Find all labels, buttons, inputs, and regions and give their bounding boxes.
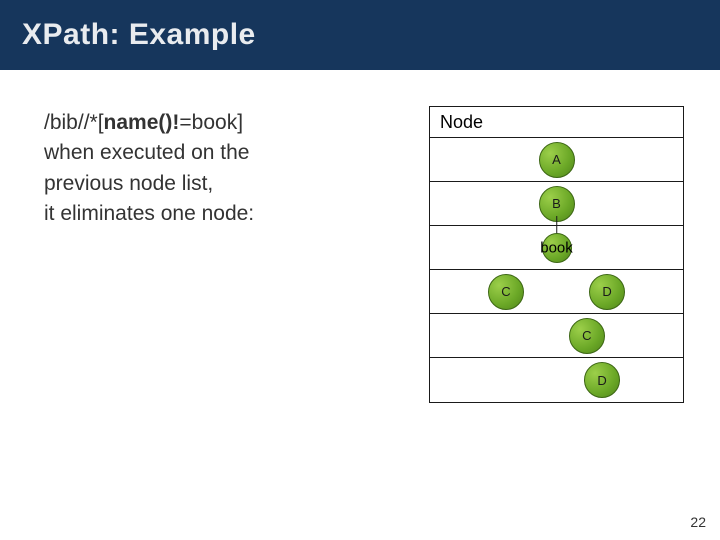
node-circle: C bbox=[488, 274, 524, 310]
table-row: B bbox=[430, 182, 683, 226]
xpath-suffix: =book] bbox=[179, 111, 243, 134]
text-line-2: when executed on the bbox=[44, 138, 374, 168]
table-row: D bbox=[430, 358, 683, 402]
xpath-expression: /bib//*[name()!=book] bbox=[44, 108, 374, 138]
table-row: book bbox=[430, 226, 683, 270]
page-number: 22 bbox=[690, 514, 706, 530]
slide-content: /bib//*[name()!=book] when executed on t… bbox=[44, 108, 676, 230]
node-circle: D bbox=[589, 274, 625, 310]
description-text: /bib//*[name()!=book] when executed on t… bbox=[44, 108, 374, 230]
node-circle: C bbox=[569, 318, 605, 354]
title-bar: XPath: Example bbox=[0, 0, 720, 70]
node-table: Node ABbookCDCD bbox=[429, 106, 684, 403]
table-header: Node bbox=[430, 107, 683, 138]
table-row: A bbox=[430, 138, 683, 182]
xpath-bold: name()! bbox=[104, 111, 180, 134]
node-circle: D bbox=[584, 362, 620, 398]
table-row: C bbox=[430, 314, 683, 358]
slide-title: XPath: Example bbox=[22, 18, 256, 52]
text-line-4: it eliminates one node: bbox=[44, 199, 374, 229]
text-line-3: previous node list, bbox=[44, 169, 374, 199]
xpath-prefix: /bib//*[ bbox=[44, 111, 104, 134]
book-label: book bbox=[540, 239, 573, 256]
node-circle: A bbox=[539, 142, 575, 178]
table-row: CD bbox=[430, 270, 683, 314]
